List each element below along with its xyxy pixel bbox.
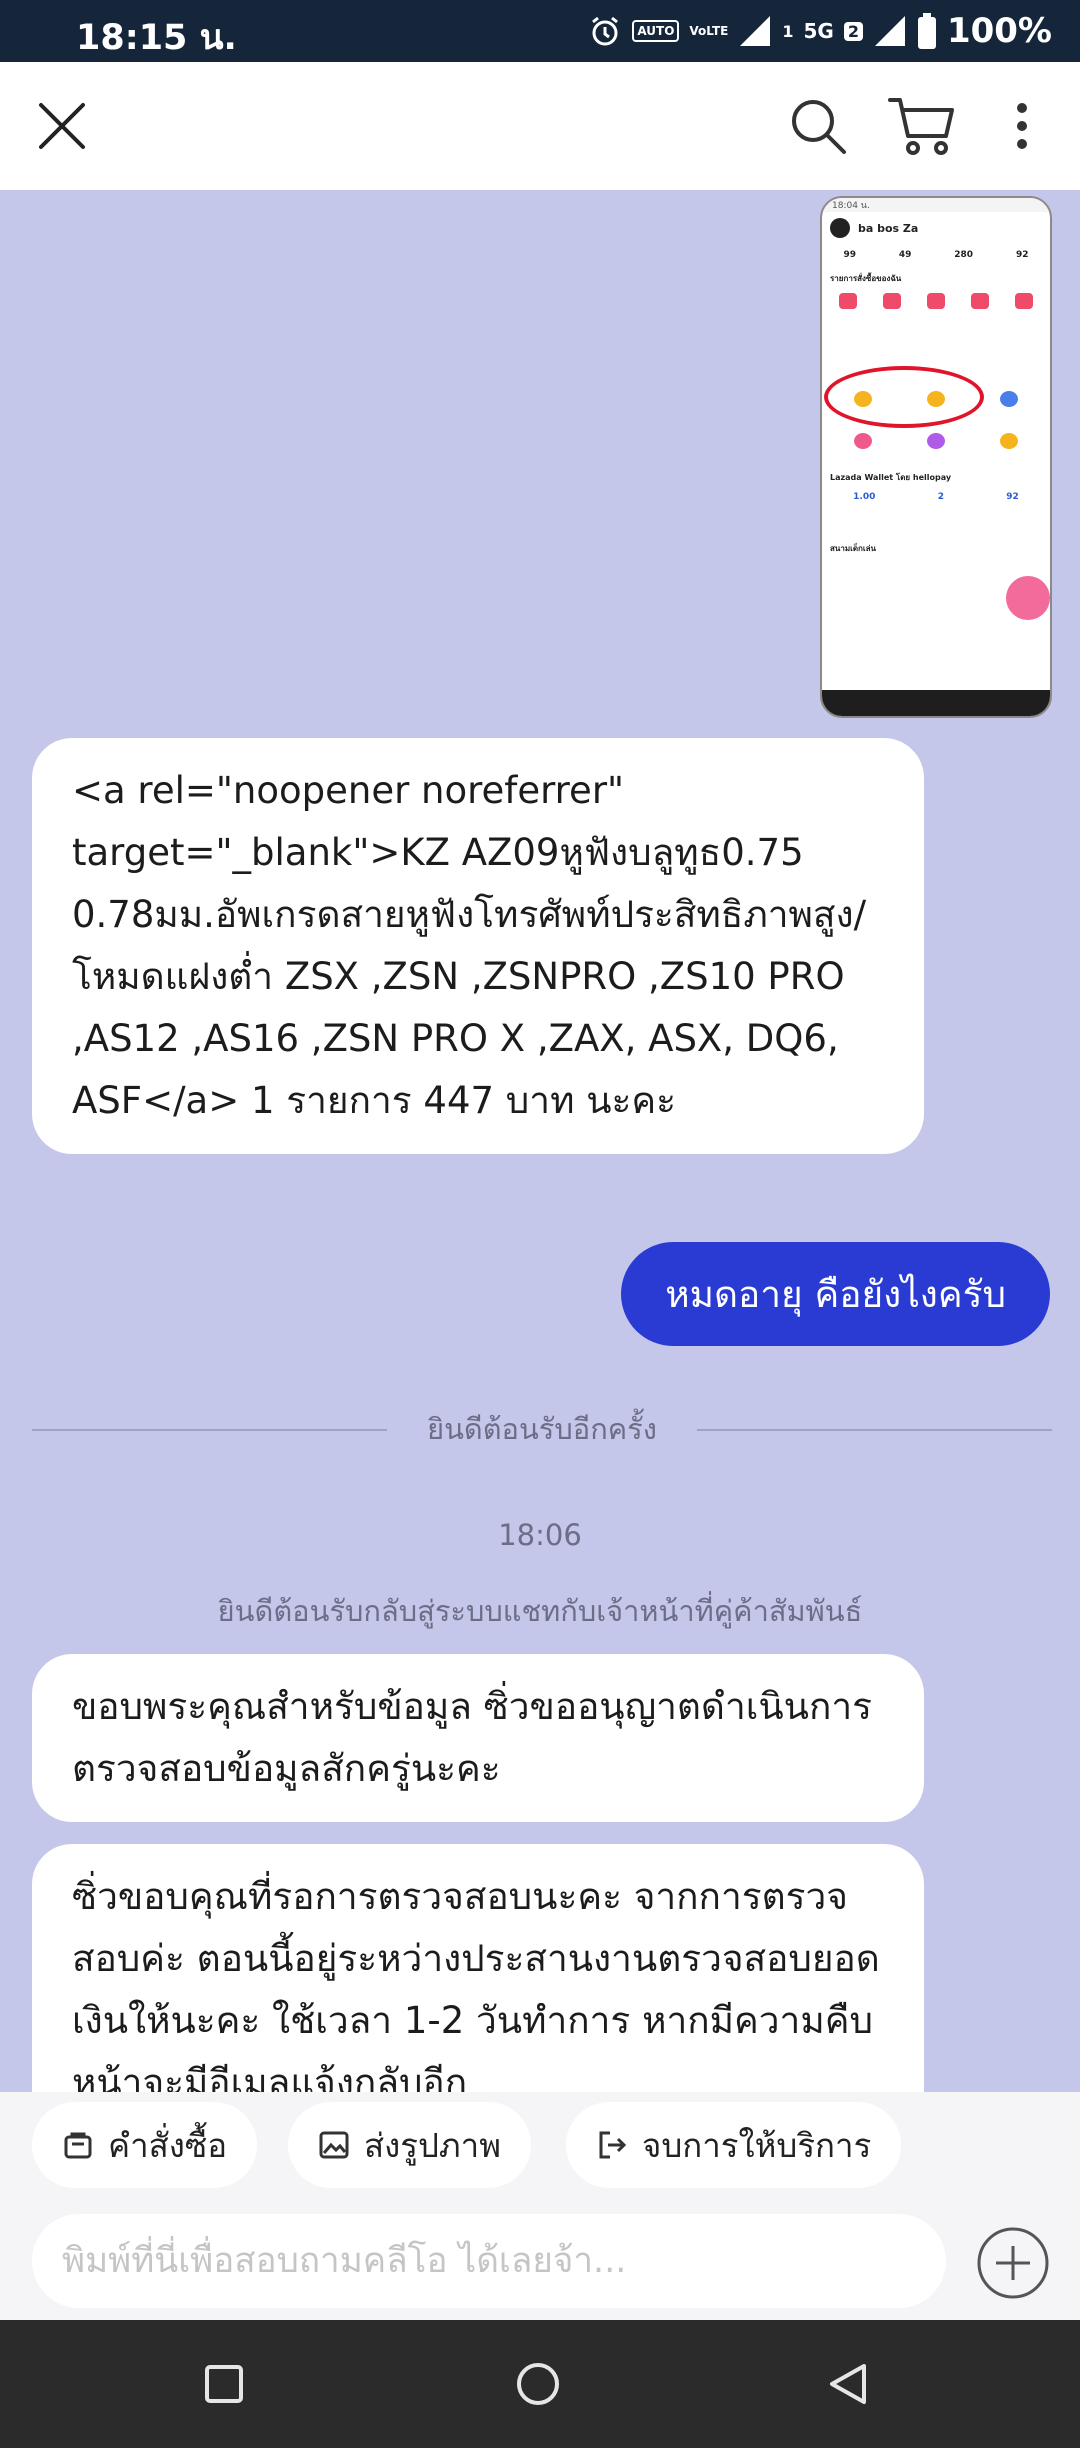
divider-text: ยินดีต้อนรับอีกครั้ง xyxy=(427,1412,657,1446)
home-icon xyxy=(517,2363,559,2405)
thumb-wallet-value: 2 xyxy=(937,492,944,502)
end-service-chip[interactable]: จบการให้บริการ xyxy=(566,2102,902,2188)
message-input[interactable] xyxy=(32,2214,946,2308)
status-bar: 18:15 น. AUTO VoLTE 1 5G 2 100% xyxy=(0,0,1080,62)
status-time: 18:15 น. xyxy=(76,18,237,58)
cart-button[interactable] xyxy=(886,90,958,162)
sent-image-thumbnail[interactable]: 18:04 น. ba bos Za 99 49 280 92 รายการสั… xyxy=(820,196,1052,718)
plus-circle-icon xyxy=(977,2227,1049,2299)
thumb-order-icon xyxy=(971,293,989,309)
system-message: ยินดีต้อนรับกลับสู่ระบบแชทกับเจ้าหน้าที่… xyxy=(217,1594,863,1628)
thumb-service-icon xyxy=(1000,391,1019,407)
volte-icon: VoLTE xyxy=(689,24,729,38)
thumb-stat: 92 xyxy=(1015,250,1029,260)
network-type: 5G xyxy=(803,19,834,43)
thumb-status: 18:04 น. xyxy=(822,198,1050,212)
auto-hd-icon: AUTO xyxy=(632,20,680,42)
more-options-button[interactable] xyxy=(986,90,1058,162)
signal-2-icon xyxy=(874,16,905,46)
thumb-order-row xyxy=(822,315,1050,373)
orders-chip[interactable]: คำสั่งซื้อ xyxy=(32,2102,258,2188)
thumb-stat: 49 xyxy=(898,250,912,260)
order-bag-icon xyxy=(64,2132,92,2159)
thumb-wallet-values: 1.00 2 92 xyxy=(822,486,1050,508)
user-message: หมดอายุ คือยังไงครับ xyxy=(621,1242,1050,1346)
thumb-stat: 99 xyxy=(843,250,856,260)
sim1-badge: 1 xyxy=(782,21,794,41)
thumb-avatar xyxy=(830,218,850,238)
welcome-divider: ยินดีต้อนรับอีกครั้ง xyxy=(32,1406,1052,1452)
end-service-chip-label: จบการให้บริการ xyxy=(642,2125,872,2165)
thumb-wallet-title: Lazada Wallet โดย hellopay xyxy=(830,473,952,482)
red-highlight-circle xyxy=(824,366,984,428)
thumb-bottom-section: สนามเด็กเล่น xyxy=(830,544,876,553)
home-button[interactable] xyxy=(506,2352,570,2416)
thumb-order-icon xyxy=(839,293,857,309)
exit-icon xyxy=(599,2131,627,2159)
back-button[interactable] xyxy=(816,2352,880,2416)
send-image-chip[interactable]: ส่งรูปภาพ xyxy=(288,2102,531,2188)
thumb-order-icon xyxy=(883,293,901,309)
close-button[interactable] xyxy=(26,90,98,162)
quick-actions-bar: คำสั่งซื้อ ส่งรูปภาพ จบการให้บริการ xyxy=(0,2092,1080,2204)
recents-button[interactable] xyxy=(192,2352,256,2416)
sim2-badge: 2 xyxy=(843,21,863,41)
send-image-chip-label: ส่งรูปภาพ xyxy=(364,2125,501,2165)
search-icon xyxy=(792,100,846,154)
signal-1-icon xyxy=(740,16,771,46)
chat-message-list[interactable]: 18:04 น. ba bos Za 99 49 280 92 รายการสั… xyxy=(0,190,1080,2320)
image-icon xyxy=(319,2131,349,2159)
system-nav-bar xyxy=(0,2320,1080,2448)
back-icon xyxy=(830,2364,866,2404)
thumb-order-icons xyxy=(822,287,1050,315)
thumb-stat: 280 xyxy=(954,250,974,260)
thumb-floating-button xyxy=(1006,576,1050,620)
agent-message-order: <a rel="noopener noreferrer" target="_bl… xyxy=(32,738,924,1154)
search-button[interactable] xyxy=(782,90,854,162)
thumb-service-icon xyxy=(1000,433,1019,449)
cart-icon xyxy=(888,98,954,155)
battery-icon xyxy=(917,13,936,49)
thumb-service-icon xyxy=(853,433,872,449)
thumb-wallet-value: 92 xyxy=(1006,492,1019,502)
message-composer xyxy=(0,2196,1080,2320)
thumb-nav-bar xyxy=(822,690,1050,716)
message-timestamp: 18:06 xyxy=(498,1518,582,1552)
thumb-stats: 99 49 280 92 xyxy=(822,244,1050,266)
thumb-section-title: รายการสั่งซื้อของฉัน xyxy=(830,274,902,283)
orders-chip-label: คำสั่งซื้อ xyxy=(108,2125,228,2165)
thumb-profile: ba bos Za xyxy=(822,212,1050,244)
attach-button[interactable] xyxy=(976,2226,1050,2300)
thumb-service-icon xyxy=(926,433,945,449)
top-app-bar xyxy=(0,62,1080,190)
recents-icon xyxy=(205,2365,243,2403)
status-icons: AUTO VoLTE 1 5G 2 100% xyxy=(588,8,1052,54)
battery-percent: 100% xyxy=(946,11,1052,51)
thumb-profile-name: ba bos Za xyxy=(858,221,919,235)
thumb-order-icon xyxy=(927,293,945,309)
close-icon xyxy=(39,103,85,149)
thumb-order-icon xyxy=(1015,293,1033,309)
thumb-wallet-value: 1.00 xyxy=(853,492,876,502)
more-vert-icon xyxy=(1017,103,1027,149)
alarm-icon xyxy=(592,16,619,46)
agent-message-reply-1: ขอบพระคุณสำหรับข้อมูล ซิ่วขออนุญาตดำเนิน… xyxy=(32,1654,924,1822)
